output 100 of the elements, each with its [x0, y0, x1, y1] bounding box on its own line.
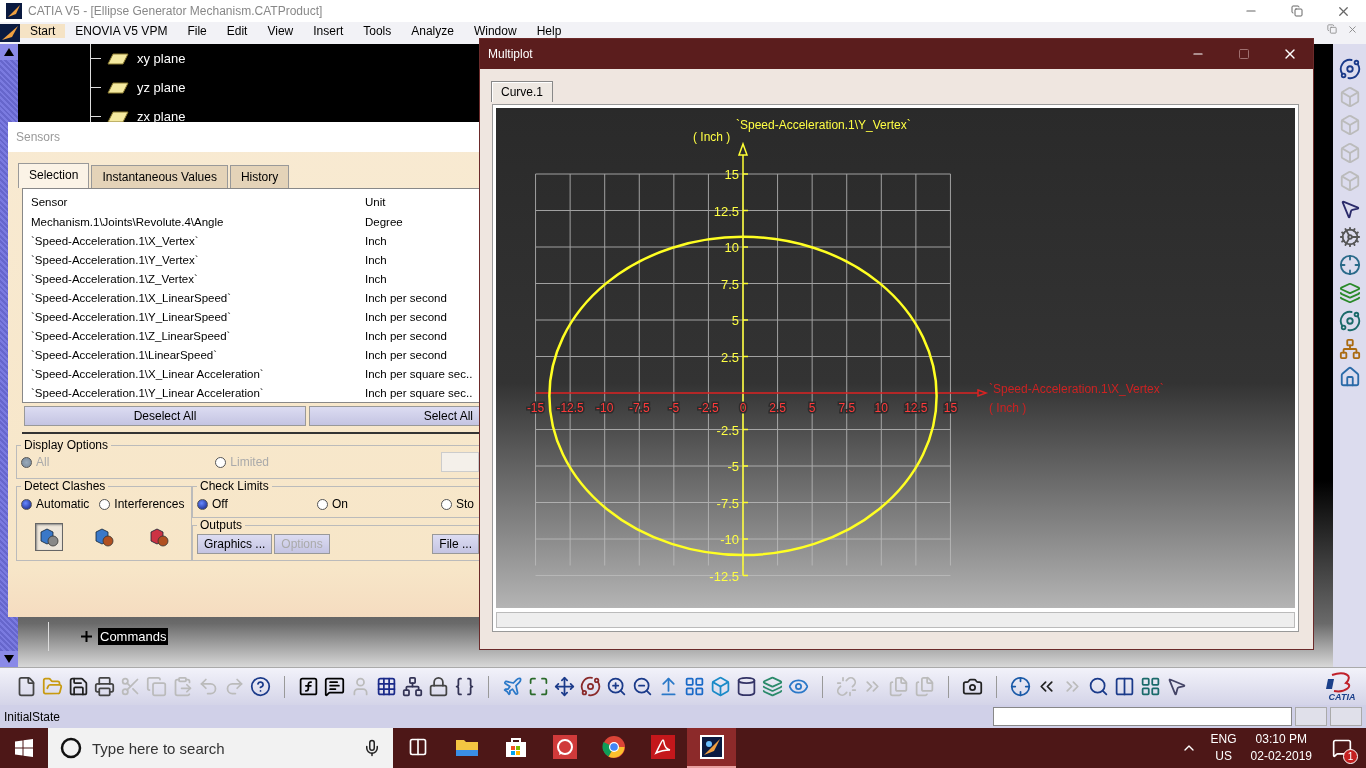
lock-icon[interactable]: [428, 676, 449, 697]
target-icon[interactable]: [1338, 254, 1361, 276]
pdf-icon: [650, 735, 675, 759]
scroll-down-icon[interactable]: [4, 655, 14, 663]
x-tick-label: 10: [874, 401, 888, 415]
clock-time[interactable]: 03:10 PM: [1255, 731, 1307, 748]
tab[interactable]: Selection: [18, 163, 90, 188]
output-button[interactable]: File ...: [432, 534, 479, 554]
compare-icon[interactable]: [1114, 676, 1135, 697]
radio-option[interactable]: Off: [197, 497, 317, 511]
tree-item[interactable]: Commands: [98, 628, 169, 645]
cylinder-icon[interactable]: [736, 676, 757, 697]
expand-icon[interactable]: [81, 631, 92, 642]
menu-item[interactable]: Start: [20, 24, 66, 38]
menu-item[interactable]: Analyze: [401, 24, 464, 38]
clash-mode-button[interactable]: [34, 523, 63, 551]
menu-item[interactable]: Edit: [216, 24, 258, 38]
sensor-name: `Speed-Acceleration.1\Y_Linear Acceleration`: [31, 386, 265, 399]
sensor-unit: Inch per second: [365, 329, 448, 342]
orbit-icon[interactable]: [1338, 58, 1361, 80]
region-text[interactable]: US: [1215, 748, 1232, 765]
print-icon[interactable]: [94, 676, 115, 697]
menu-item[interactable]: Insert: [303, 24, 354, 38]
taskbar-app[interactable]: [687, 728, 736, 768]
cube-icon[interactable]: [710, 676, 731, 697]
help-icon[interactable]: [250, 676, 271, 697]
windows-icon: [15, 739, 33, 757]
window-title: Multiplot: [488, 47, 533, 61]
chat-icon: [552, 735, 577, 759]
sensor-unit: Inch per square sec..: [365, 367, 474, 380]
tab[interactable]: Curve.1: [491, 81, 554, 102]
tab[interactable]: Instantaneous Values: [91, 165, 228, 188]
search-icon[interactable]: [1088, 676, 1109, 697]
new-file-icon[interactable]: [16, 676, 37, 697]
restore-icon[interactable]: [1291, 5, 1303, 17]
command-field[interactable]: [993, 707, 1292, 726]
sensor-unit: Degree: [365, 216, 404, 229]
select-button[interactable]: Select All: [309, 406, 480, 426]
y-tick-label: 15: [724, 167, 739, 182]
task-view-icon[interactable]: [407, 737, 428, 757]
house-icon[interactable]: [1338, 366, 1361, 388]
y-axis-unit: ( Inch ): [693, 130, 731, 144]
radio-option[interactable]: Sto: [441, 497, 479, 511]
formula-icon[interactable]: [298, 676, 319, 697]
column-header: Sensor: [31, 195, 69, 208]
select-button[interactable]: Deselect All: [24, 406, 306, 426]
menu-item[interactable]: Help: [526, 24, 572, 38]
save-icon[interactable]: [68, 676, 89, 697]
radio-option[interactable]: On: [317, 497, 441, 511]
maximize-icon[interactable]: [1238, 48, 1250, 60]
column-header: Unit: [365, 195, 387, 208]
menu-item[interactable]: View: [257, 24, 304, 38]
group-title: Check Limits: [199, 479, 270, 493]
zoom-out-icon[interactable]: [632, 676, 653, 697]
sensor-unit: Inch per square sec..: [365, 386, 474, 399]
menu-item[interactable]: Window: [463, 24, 527, 38]
sensor-unit: Inch: [365, 254, 388, 267]
sensor-name: `Speed-Acceleration.1\X_LinearSpeed`: [31, 291, 233, 304]
comment-icon[interactable]: [324, 676, 345, 697]
views-icon[interactable]: [684, 676, 705, 697]
menu-item[interactable]: File: [177, 24, 217, 38]
sensor-unit: Inch: [365, 273, 388, 286]
tab[interactable]: History: [229, 165, 290, 188]
zoom-in-icon[interactable]: [606, 676, 627, 697]
scroll-up-icon[interactable]: [4, 48, 14, 56]
menu-item[interactable]: ENOVIA V5 VPM: [65, 24, 178, 38]
target-icon[interactable]: [1010, 676, 1031, 697]
y-tick-label: 5: [731, 313, 739, 328]
clash-icon: [148, 526, 171, 548]
app-icon: [6, 3, 22, 19]
hierarchy-icon[interactable]: [402, 676, 423, 697]
menu-item[interactable]: Tools: [353, 24, 402, 38]
pointer-icon[interactable]: [1166, 676, 1187, 697]
clock-date[interactable]: 02-02-2019: [1250, 748, 1312, 765]
limit-field[interactable]: [441, 452, 479, 472]
x-tick-label: 2.5: [769, 401, 786, 415]
fit-all-icon[interactable]: [528, 676, 549, 697]
radio-option[interactable]: Automatic: [21, 497, 90, 511]
airplane-icon[interactable]: [502, 676, 523, 697]
search-field[interactable]: Type here to search: [48, 728, 393, 768]
folder-icon: [454, 737, 479, 757]
rotate-icon[interactable]: [580, 676, 601, 697]
sensor-name: `Speed-Acceleration.1\Y_LinearSpeed`: [31, 310, 233, 323]
layers-icon[interactable]: [1338, 282, 1361, 304]
radio-option[interactable]: Interferences: [99, 497, 185, 511]
color-map-icon[interactable]: [1140, 676, 1161, 697]
output-button[interactable]: Graphics ...: [197, 534, 273, 554]
table-icon[interactable]: [376, 676, 397, 697]
layers-icon[interactable]: [762, 676, 783, 697]
store-icon: [504, 736, 527, 758]
language-text[interactable]: ENG: [1210, 731, 1237, 748]
pan-icon[interactable]: [554, 676, 575, 697]
microphone-icon[interactable]: [363, 739, 381, 757]
camera-icon[interactable]: [962, 676, 983, 697]
spiral-icon[interactable]: [1338, 310, 1361, 332]
group-title: Display Options: [23, 438, 110, 452]
browser-icon: [601, 735, 626, 759]
gear-icon[interactable]: [1338, 226, 1361, 248]
braces-icon[interactable]: [454, 676, 475, 697]
plane-icon: [107, 52, 129, 65]
